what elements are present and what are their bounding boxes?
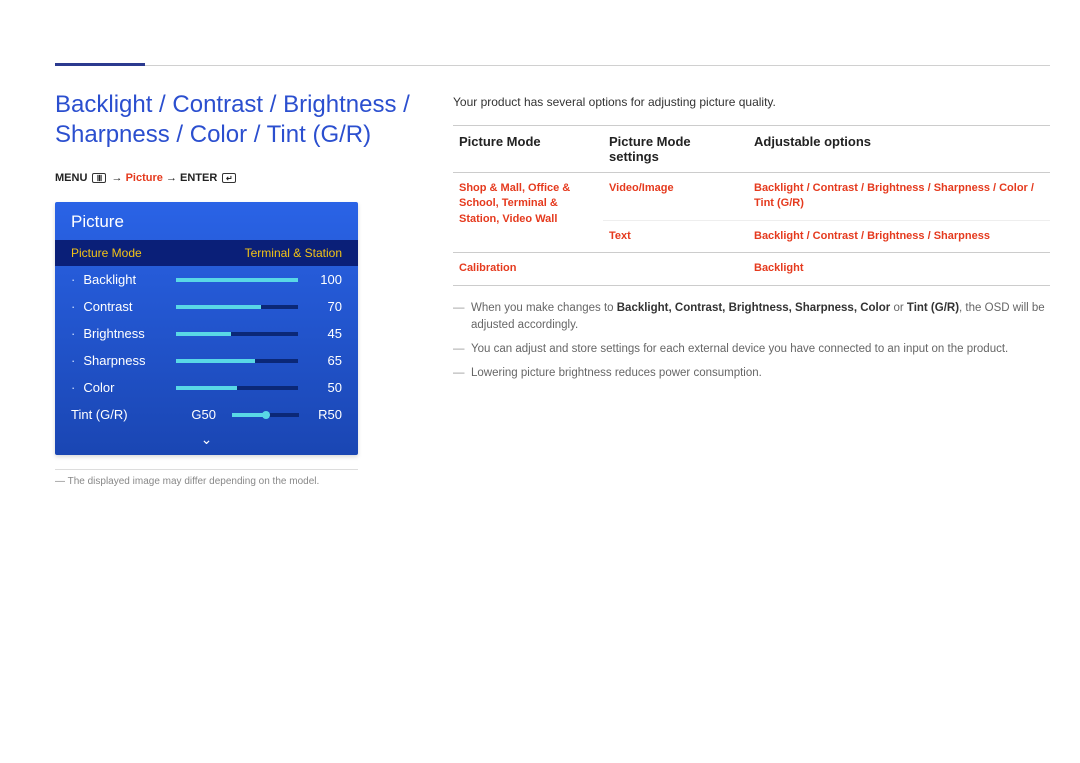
table-cell: Calibration [453,253,603,285]
right-column: Your product has several options for adj… [453,95,1050,389]
osd-mode-value: Terminal & Station [245,246,342,260]
tint-slider[interactable] [232,413,299,417]
table-header: Picture Mode settings [603,126,748,173]
menu-icon: Ⅲ [92,173,106,183]
osd-item-value: 65 [310,353,342,368]
divider-top [55,65,1050,66]
breadcrumb-menu: MENU [55,172,87,184]
note-text: or [890,302,907,314]
arrow-icon: → [166,172,177,184]
table-cell: Text [603,221,748,253]
table-cell: Video/Image [603,173,748,221]
intro-text: Your product has several options for adj… [453,95,1050,109]
table-cell: Backlight [748,253,1050,285]
enter-icon: ↵ [222,173,236,183]
arrow-icon: → [112,172,123,184]
slider[interactable] [176,359,298,363]
osd-item[interactable]: Brightness 45 [55,320,358,347]
divider-top-accent [55,63,145,66]
osd-item-label: Brightness [71,326,176,341]
osd-item-value: 45 [310,326,342,341]
slider[interactable] [176,278,298,282]
slider[interactable] [176,332,298,336]
osd-item[interactable]: Backlight 100 [55,266,358,293]
note-item: When you make changes to Backlight, Cont… [453,300,1050,336]
osd-item[interactable]: Color 50 [55,374,358,401]
osd-item-label: Sharpness [71,353,176,368]
osd-item-label: Color [71,380,176,395]
chevron-down-icon[interactable]: ⌄ [55,428,358,448]
tint-g-value: G50 [176,407,216,422]
osd-item-label: Backlight [71,272,176,287]
slider[interactable] [176,305,298,309]
left-column: Backlight / Contrast / Brightness / Shar… [55,90,415,487]
osd-item-value: 50 [310,380,342,395]
table-cell [603,253,748,285]
notes-list: When you make changes to Backlight, Cont… [453,300,1050,383]
osd-item-tint[interactable]: Tint (G/R) G50 R50 [55,401,358,428]
table-cell: Shop & Mall, Office & School, Terminal &… [453,173,603,253]
osd-item-label: Contrast [71,299,176,314]
slider[interactable] [176,386,298,390]
tint-r-value: R50 [307,407,342,422]
note-item: You can adjust and store settings for ea… [453,341,1050,359]
page-title: Backlight / Contrast / Brightness / Shar… [55,90,415,150]
footnote-text: The displayed image may differ depending… [68,476,320,487]
osd-item[interactable]: Sharpness 65 [55,347,358,374]
breadcrumb: MENU Ⅲ → Picture → ENTER ↵ [55,172,415,184]
osd-item-value: 70 [310,299,342,314]
osd-item-value: 100 [310,272,342,287]
osd-mode-row[interactable]: Picture Mode Terminal & Station [55,240,358,266]
osd-item-label: Tint (G/R) [71,407,176,422]
osd-title: Picture [55,202,358,240]
osd-mode-label: Picture Mode [71,246,142,260]
breadcrumb-highlight: Picture [126,172,163,184]
note-bold: Tint (G/R) [907,302,959,314]
osd-panel: Picture Picture Mode Terminal & Station … [55,202,358,455]
note-bold: Backlight, Contrast, Brightness, Sharpne… [617,302,891,314]
osd-item[interactable]: Contrast 70 [55,293,358,320]
table-cell: Backlight / Contrast / Brightness / Shar… [748,173,1050,221]
note-text: When you make changes to [471,302,617,314]
breadcrumb-enter: ENTER [180,172,217,184]
table-header: Picture Mode [453,126,603,173]
options-table: Picture Mode Picture Mode settings Adjus… [453,125,1050,286]
note-item: Lowering picture brightness reduces powe… [453,365,1050,383]
table-cell: Backlight / Contrast / Brightness / Shar… [748,221,1050,253]
footnote-left: ― The displayed image may differ dependi… [55,469,358,487]
table-header: Adjustable options [748,126,1050,173]
